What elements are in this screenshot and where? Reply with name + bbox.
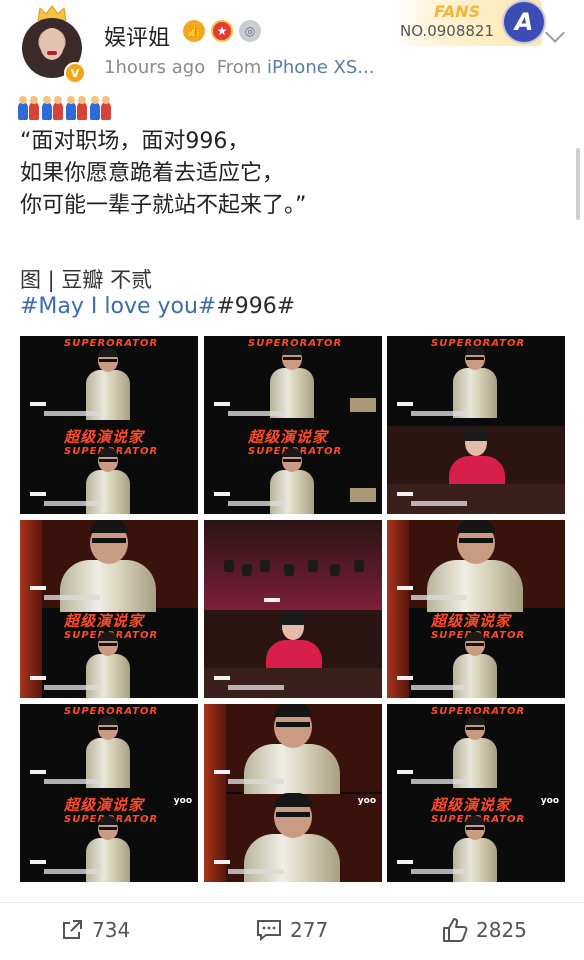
fans-number: NO.0908821 (400, 22, 494, 40)
fans-card[interactable]: FANS NO.0908821 A (392, 0, 546, 46)
grid-image-4[interactable]: 超级演说家 SUPERORATOR (20, 520, 198, 698)
image-grid: SUPERORATOR 超级演说家 SUPERORATOR SUPERORATO… (20, 336, 565, 882)
hashtag-may-i-love-you[interactable]: #May I love you# (20, 294, 216, 319)
couple-emoji-icon (18, 96, 40, 120)
star-medal-badge-icon: ★ (211, 20, 233, 42)
verified-badge-icon: V (64, 62, 86, 84)
hashtag-line: #May I love you##996# (20, 294, 295, 319)
show-title-cn: 超级演说家 (248, 428, 329, 446)
post-meta: 1hours ago From iPhone XS... (104, 57, 374, 78)
fans-label: FANS (434, 2, 481, 21)
footer-divider (0, 902, 584, 903)
show-title-cn: 超级演说家 (64, 796, 145, 814)
thumbs-up-icon (442, 917, 468, 943)
vip-hand-badge-icon: 👍 (183, 20, 205, 42)
timestamp: 1hours ago (104, 57, 206, 78)
grid-image-7[interactable]: SUPERORATOR 超级演说家 SUPERORATOR yoo (20, 704, 198, 882)
show-title-cn: 超级演说家 (64, 612, 145, 630)
yoo-watermark: yoo (173, 796, 192, 806)
show-title-en: SUPERORATOR (431, 706, 526, 717)
channel-logo-icon (350, 488, 376, 502)
grid-image-9[interactable]: SUPERORATOR 超级演说家 SUPERORATOR yoo (387, 704, 565, 882)
like-button[interactable]: 2825 (442, 914, 527, 946)
chevron-down-icon[interactable] (545, 23, 565, 43)
grid-image-6[interactable]: 超级演说家 SUPERORATOR (387, 520, 565, 698)
show-title-cn: 超级演说家 (431, 796, 512, 814)
avengers-logo-icon: A (502, 0, 546, 44)
repost-count: 734 (92, 918, 131, 942)
avatar-face (40, 28, 64, 60)
yoo-watermark: yoo (540, 796, 559, 806)
channel-logo-icon (350, 398, 376, 412)
show-title-en: SUPERORATOR (64, 706, 159, 717)
show-title-en: SUPERORATOR (64, 338, 159, 349)
avatar-lips (47, 51, 57, 55)
yoo-watermark: yoo (357, 796, 376, 806)
source-prefix: From (216, 57, 262, 78)
show-title-cn: 超级演说家 (431, 612, 512, 630)
hashtag-996[interactable]: #996# (216, 294, 295, 319)
couple-emoji-icon (66, 96, 88, 120)
couple-emoji-icon (90, 96, 112, 120)
scrollbar[interactable] (576, 148, 580, 220)
silver-medal-badge-icon: ◎ (239, 20, 261, 42)
comment-button[interactable]: 277 (256, 914, 328, 946)
grid-image-8[interactable]: yoo (204, 704, 382, 882)
grid-image-5[interactable] (204, 520, 382, 698)
avatar-area[interactable]: V (18, 4, 88, 84)
grid-image-2[interactable]: SUPERORATOR 超级演说家 SUPERORATOR (204, 336, 382, 514)
post-body-text: “面对职场，面对996， 如果你愿意跪着去适应它， 你可能一辈子就站不起来了。” (20, 129, 307, 218)
show-title-cn: 超级演说家 (64, 428, 145, 446)
image-credit: 图 | 豆瓣 不贰 (20, 268, 153, 292)
username[interactable]: 娱评姐 (104, 20, 170, 52)
source-device-link[interactable]: iPhone XS... (267, 57, 374, 78)
comment-icon (256, 918, 282, 942)
grid-image-1[interactable]: SUPERORATOR 超级演说家 SUPERORATOR (20, 336, 198, 514)
comment-count: 277 (290, 918, 329, 942)
emoji-row (18, 96, 112, 120)
grid-image-3[interactable]: SUPERORATOR (387, 336, 565, 514)
user-badges: 👍 ★ ◎ (183, 20, 261, 42)
repost-icon (60, 918, 84, 942)
couple-emoji-icon (42, 96, 64, 120)
like-count: 2825 (476, 918, 527, 942)
repost-button[interactable]: 734 (60, 914, 130, 946)
